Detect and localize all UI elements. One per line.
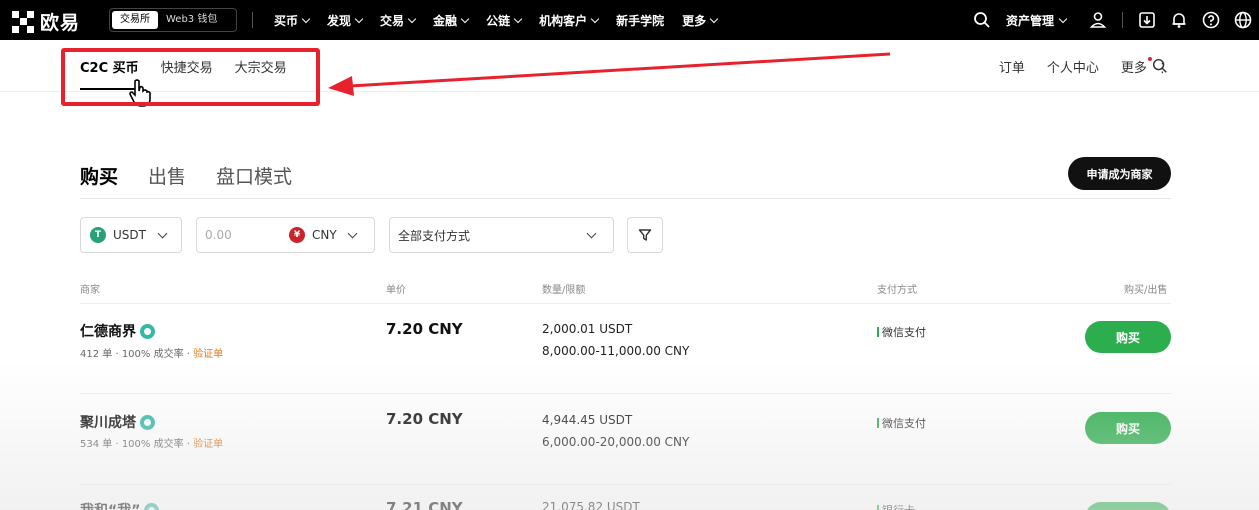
- chevron-down-icon: [709, 14, 719, 23]
- user-icon[interactable]: [1088, 10, 1108, 30]
- quantity-limit: 2,000.01 USDT 8,000.00-11,000.00 CNY: [542, 322, 690, 358]
- annotation-arrow-icon: [328, 52, 891, 96]
- fiat-select-value[interactable]: CNY: [312, 228, 337, 242]
- col-header-price: 单价: [386, 285, 406, 296]
- quantity-limit: 4,944.45 USDT 6,000.00-20,000.00 CNY: [542, 413, 690, 449]
- coin-select[interactable]: T USDT: [80, 217, 182, 253]
- tab-orderbook-mode[interactable]: 盘口模式: [216, 162, 292, 189]
- chevron-down-icon: [157, 228, 168, 238]
- chevron-down-icon: [1058, 14, 1068, 23]
- chevron-down-icon: [513, 14, 523, 23]
- main-divider: [80, 198, 1171, 199]
- col-header-quantity-limit: 数量/限额: [542, 285, 586, 296]
- filter-icon: [638, 229, 652, 241]
- row-divider: [80, 303, 1171, 304]
- tab-buy[interactable]: 购买: [80, 162, 118, 189]
- nav-right-tools: 资产管理: [966, 0, 1259, 40]
- nav-item-more[interactable]: 更多: [673, 12, 726, 29]
- chevron-down-icon: [586, 228, 597, 238]
- coin-select-value: USDT: [113, 228, 146, 242]
- okx-logo[interactable]: 欧易: [12, 8, 80, 35]
- nav-item-trade[interactable]: 交易: [371, 12, 424, 29]
- profile-center-link[interactable]: 个人中心: [1047, 57, 1099, 76]
- quantity-limit: 21,075.82 USDT: [542, 500, 640, 510]
- merchant-name-link[interactable]: 仁德商界: [80, 321, 155, 341]
- chevron-down-icon: [301, 14, 311, 23]
- mode-tab-web3-wallet[interactable]: Web3 钱包: [158, 11, 225, 29]
- nav-item-chain[interactable]: 公链: [477, 12, 530, 29]
- payment-method-value: 全部支付方式: [398, 228, 471, 243]
- download-icon[interactable]: [1137, 10, 1157, 30]
- logo-text: 欧易: [40, 12, 81, 34]
- help-icon[interactable]: [1201, 10, 1221, 30]
- col-header-merchant: 商家: [80, 285, 100, 296]
- verified-badge-icon: [140, 323, 155, 339]
- amount-input[interactable]: 0.00: [205, 228, 289, 242]
- amount-fiat-group: 0.00 ¥ CNY: [196, 217, 375, 253]
- cny-currency-icon: ¥: [289, 227, 305, 243]
- nav-divider: [252, 12, 253, 28]
- filter-button[interactable]: [627, 217, 663, 253]
- nav-item-buy-crypto[interactable]: 买币: [265, 12, 318, 29]
- main-menu: 买币 发现 交易 金融 公链 机构客户 新手学院 更多: [265, 0, 726, 40]
- unit-price: 7.20 CNY: [386, 320, 463, 338]
- trade-mode-tabs: 购买 出售 盘口模式: [80, 162, 292, 189]
- verified-badge-icon: [144, 502, 160, 510]
- col-header-payment: 支付方式: [877, 285, 917, 296]
- buy-button[interactable]: 购买: [1085, 412, 1171, 444]
- nav-item-finance[interactable]: 金融: [424, 12, 477, 29]
- okx-logo-icon: [12, 10, 34, 33]
- top-navigation-bar: 欧易 交易所 Web3 钱包 买币 发现 交易 金融 公链 机构客户 新手学院 …: [0, 0, 1259, 40]
- col-header-action: 购买/出售: [1124, 285, 1168, 296]
- nav-item-discover[interactable]: 发现: [318, 12, 371, 29]
- tab-sell[interactable]: 出售: [148, 162, 186, 189]
- payment-method: 银行卡: [877, 502, 915, 510]
- merchant-name-link[interactable]: 聚川成塔: [80, 412, 155, 432]
- usdt-coin-icon: T: [90, 227, 106, 243]
- become-merchant-button[interactable]: 申请成为商家: [1068, 157, 1171, 190]
- merchant-stats: 534 单 · 100% 成交率 · 验证单: [80, 439, 224, 450]
- bell-icon[interactable]: [1169, 10, 1189, 30]
- unit-price: 7.20 CNY: [386, 410, 463, 428]
- orders-link[interactable]: 订单: [999, 57, 1025, 76]
- search-icon[interactable]: [972, 10, 992, 30]
- chevron-down-icon: [347, 228, 358, 238]
- nav-item-academy[interactable]: 新手学院: [607, 12, 673, 29]
- nav-item-institutional[interactable]: 机构客户: [530, 12, 607, 29]
- payment-method: 微信支付: [877, 415, 926, 431]
- unit-price: 7.21 CNY: [386, 499, 463, 510]
- chevron-down-icon: [407, 14, 417, 23]
- buy-button[interactable]: 购买: [1085, 321, 1171, 353]
- chevron-down-icon: [354, 14, 364, 23]
- merchant-name-link[interactable]: 我和“我”: [80, 500, 160, 510]
- row-divider: [80, 484, 1171, 485]
- chevron-down-icon: [460, 14, 470, 23]
- merchant-stats: 412 单 · 100% 成交率 · 验证单: [80, 349, 224, 360]
- nav-separator: [1122, 12, 1123, 28]
- row-divider: [80, 393, 1171, 394]
- mode-tab-exchange[interactable]: 交易所: [112, 11, 158, 29]
- globe-icon[interactable]: [1233, 10, 1253, 30]
- asset-management-menu[interactable]: 资产管理: [1006, 12, 1068, 29]
- annotation-highlight-box: [61, 48, 320, 106]
- buy-button[interactable]: [1085, 502, 1171, 510]
- payment-method-select[interactable]: 全部支付方式: [389, 217, 614, 253]
- chevron-down-icon: [590, 14, 600, 23]
- mode-switch: 交易所 Web3 钱包: [109, 8, 237, 32]
- verified-badge-icon: [140, 414, 155, 430]
- subnav-search-icon[interactable]: [1151, 57, 1169, 75]
- subnav-right-links: 订单 个人中心 更多 ⋮: [999, 57, 1169, 76]
- payment-method: 微信支付: [877, 324, 926, 340]
